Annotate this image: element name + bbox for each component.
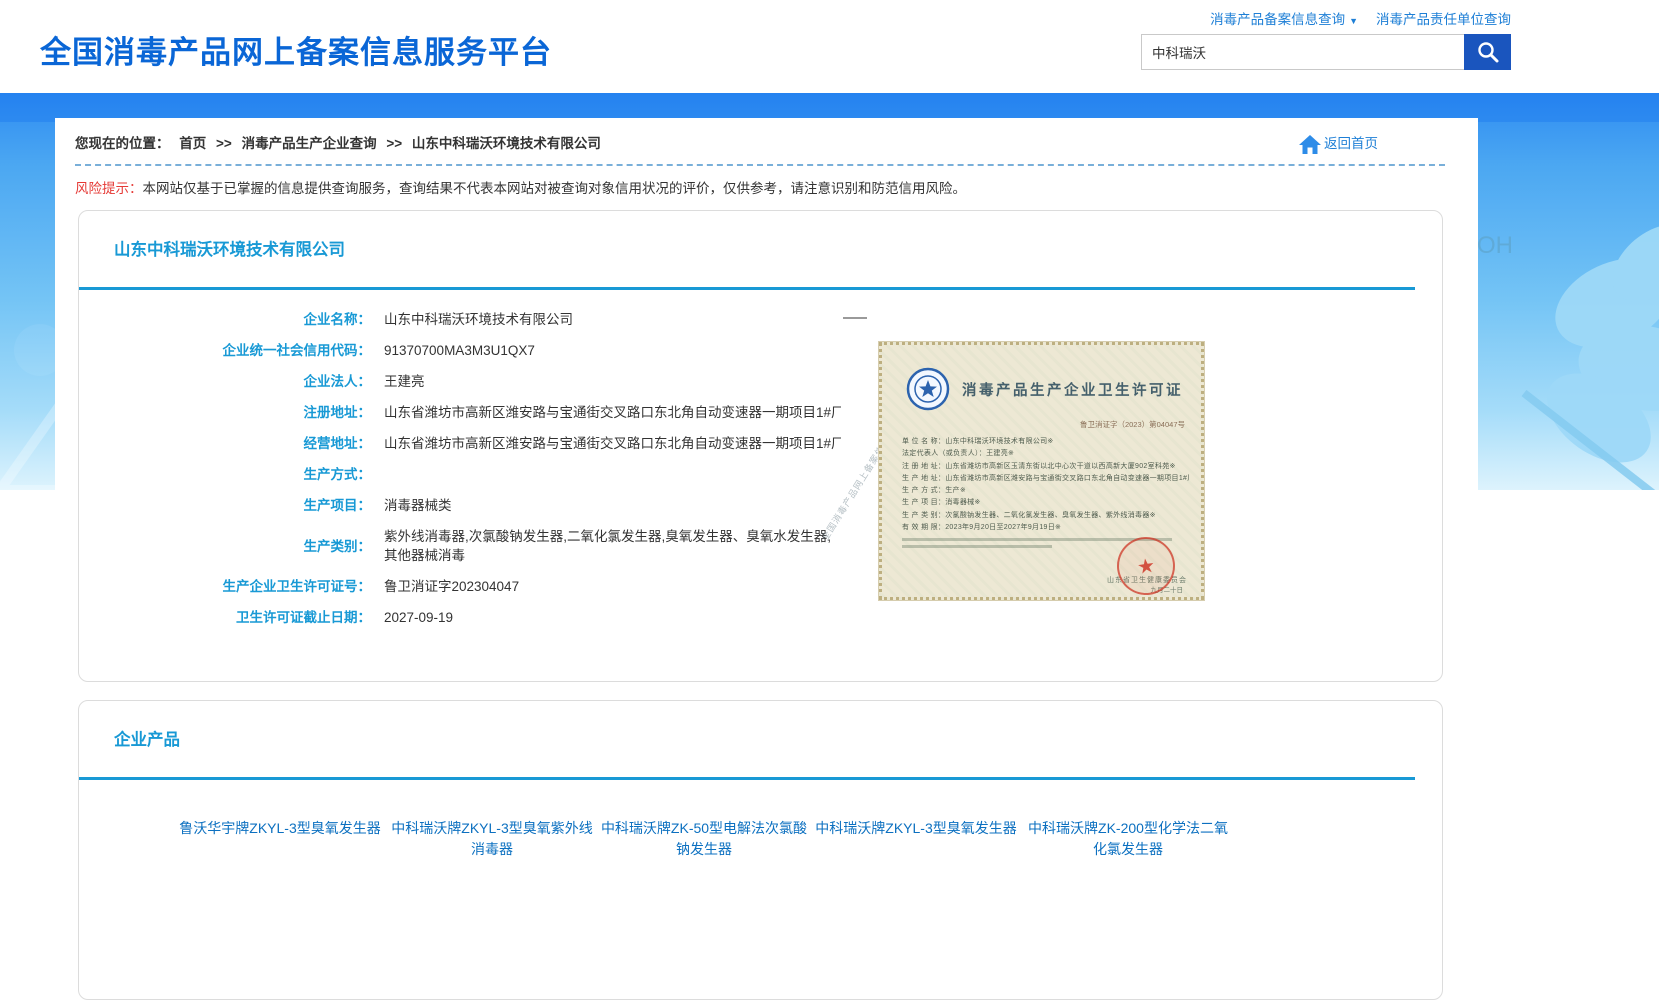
field-row-registered-address: 注册地址： 山东省潍坊市高新区潍安路与宝通街交叉路口东北角自动变速器一期项目1#… [79, 403, 1442, 422]
back-home-link[interactable]: 返回首页 [1299, 134, 1378, 154]
svg-text:OH: OH [1477, 232, 1513, 259]
national-emblem-icon [906, 367, 950, 411]
field-label: 卫生许可证截止日期： [79, 608, 371, 627]
breadcrumb-item-current-company: 山东中科瑞沃环境技术有限公司 [412, 136, 601, 151]
top-nav: 消毒产品备案信息查询 ▼ 消毒产品责任单位查询 [1141, 8, 1511, 28]
certificate-header: 消毒产品生产企业卫生许可证 [882, 345, 1201, 411]
company-info-card: 山东中科瑞沃环境技术有限公司 企业名称： 山东中科瑞沃环境技术有限公司 企业统一… [78, 210, 1443, 682]
section-rule [79, 777, 1415, 780]
site-header: 全国消毒产品网上备案信息服务平台 消毒产品备案信息查询 ▼ 消毒产品责任单位查询 [0, 0, 1659, 93]
company-card-title: 山东中科瑞沃环境技术有限公司 [79, 211, 1442, 261]
breadcrumb-item-enterprise-query[interactable]: 消毒产品生产企业查询 [242, 136, 377, 151]
field-row-credit-code: 企业统一社会信用代码： 91370700MA3M3U1QX7 [79, 341, 1442, 360]
search-input[interactable] [1141, 34, 1464, 70]
section-rule [79, 287, 1415, 290]
field-label: 生产项目： [79, 496, 371, 515]
search-icon [1476, 40, 1500, 64]
certificate-title: 消毒产品生产企业卫生许可证 [962, 379, 1183, 400]
breadcrumb-separator: >> [216, 136, 232, 151]
field-value: 王建亮 [384, 372, 425, 391]
field-row-legal-person: 企业法人： 王建亮 [79, 372, 1442, 391]
back-home-label: 返回首页 [1324, 134, 1378, 154]
company-products-card: 企业产品 鲁沃华宇牌ZKYL-3型臭氧发生器 中科瑞沃牌ZKYL-3型臭氧紫外线… [78, 700, 1443, 1000]
certificate-line: 生 产 地 址：山东省潍坊市高新区潍安路与宝通街交叉路口东北角自动变速器一期项目… [902, 473, 1189, 485]
risk-notice-text: 本网站仅基于已掌握的信息提供查询服务，查询结果不代表本网站对被查询对象信用状况的… [143, 181, 967, 196]
field-value: 紫外线消毒器,次氯酸钠发生器,二氧化氯发生器,臭氧发生器、臭氧水发生器,其他器械… [384, 527, 844, 565]
product-link[interactable]: 中科瑞沃牌ZK-50型电解法次氯酸钠发生器 [598, 818, 810, 860]
certificate-line: 生 产 项 目：消毒器械※ [902, 497, 1189, 509]
certificate-line: 法定代表人（或负责人）：王建亮※ [902, 448, 1189, 460]
certificate-line: 注 册 地 址：山东省潍坊市高新区玉清东街以北中心次干道以西高新大厦902室科苑… [902, 461, 1189, 473]
site-title: 全国消毒产品网上备案信息服务平台 [40, 27, 552, 72]
nav-link-label: 消毒产品责任单位查询 [1376, 12, 1511, 27]
field-row-production-method: 生产方式： [79, 465, 1442, 484]
certificate-line: 单 位 名 称：山东中科瑞沃环境技术有限公司※ [902, 436, 1189, 448]
field-label: 企业名称： [79, 310, 371, 329]
field-value: 91370700MA3M3U1QX7 [384, 341, 535, 360]
certificate-line: 生 产 方 式：生产※ [902, 485, 1189, 497]
certificate-body: 单 位 名 称：山东中科瑞沃环境技术有限公司※ 法定代表人（或负责人）：王建亮※… [882, 430, 1201, 534]
product-list: 鲁沃华宇牌ZKYL-3型臭氧发生器 中科瑞沃牌ZKYL-3型臭氧紫外线消毒器 中… [174, 818, 1442, 860]
dashed-divider [75, 164, 1445, 166]
certificate-number: 鲁卫消证字（2023）第04047号 [882, 419, 1201, 430]
certificate-line: 生 产 类 别：次氯酸钠发生器、二氧化氯发生器、臭氧发生器、紫外线消毒器※ [902, 510, 1189, 522]
field-label: 企业统一社会信用代码： [79, 341, 371, 360]
field-label: 生产企业卫生许可证号： [79, 577, 371, 596]
nav-link-responsible-unit-query[interactable]: 消毒产品责任单位查询 [1376, 8, 1511, 28]
field-value: 2027-09-19 [384, 608, 453, 627]
breadcrumb-separator: >> [386, 136, 402, 151]
nav-link-label: 消毒产品备案信息查询 [1210, 12, 1345, 27]
header-right: 消毒产品备案信息查询 ▼ 消毒产品责任单位查询 [1141, 8, 1511, 70]
field-label: 经营地址： [79, 434, 371, 453]
field-label: 企业法人： [79, 372, 371, 391]
certificate-line: 有 效 期 限：2023年9月20日至2027年9月19日※ [902, 522, 1189, 534]
field-row-production-category: 生产类别： 紫外线消毒器,次氯酸钠发生器,二氧化氯发生器,臭氧发生器、臭氧水发生… [79, 527, 1442, 565]
search-button[interactable] [1464, 34, 1511, 70]
risk-notice: 风险提示：本网站仅基于已掌握的信息提供查询服务，查询结果不代表本网站对被查询对象… [55, 179, 1478, 198]
product-link[interactable]: 中科瑞沃牌ZK-200型化学法二氧化氯发生器 [1022, 818, 1234, 860]
company-fields: 企业名称： 山东中科瑞沃环境技术有限公司 企业统一社会信用代码： 9137070… [79, 310, 1442, 627]
product-link[interactable]: 中科瑞沃牌ZKYL-3型臭氧紫外线消毒器 [386, 818, 598, 860]
field-label: 生产类别： [79, 537, 371, 556]
product-link[interactable]: 中科瑞沃牌ZKYL-3型臭氧发生器 [810, 818, 1022, 860]
product-link[interactable]: 鲁沃华宇牌ZKYL-3型臭氧发生器 [174, 818, 386, 860]
placeholder-dash [843, 317, 867, 319]
home-icon [1299, 135, 1321, 154]
field-row-production-project: 生产项目： 消毒器械类 [79, 496, 1442, 515]
breadcrumb-row: 您现在的位置： 首页 >> 消毒产品生产企业查询 >> 山东中科瑞沃环境技术有限… [55, 118, 1478, 154]
field-row-license-expiry-date: 卫生许可证截止日期： 2027-09-19 [79, 608, 1442, 627]
field-row-business-address: 经营地址： 山东省潍坊市高新区潍安路与宝通街交叉路口东北角自动变速器一期项目1#… [79, 434, 1442, 453]
products-card-title: 企业产品 [79, 701, 1442, 751]
nav-link-record-info-query[interactable]: 消毒产品备案信息查询 ▼ [1210, 8, 1358, 28]
search-bar [1141, 34, 1511, 70]
caret-down-icon: ▼ [1349, 16, 1358, 26]
risk-notice-label: 风险提示： [75, 181, 143, 196]
license-certificate-image: 全国消毒产品网上备案信息服务平台 全国消毒产品网上备案信息服务平台 全国消毒产品… [841, 315, 1221, 610]
field-row-hygiene-license-no: 生产企业卫生许可证号： 鲁卫消证字202304047 [79, 577, 1442, 596]
certificate-paper: 消毒产品生产企业卫生许可证 鲁卫消证字（2023）第04047号 单 位 名 称… [879, 342, 1204, 600]
field-row-company-name: 企业名称： 山东中科瑞沃环境技术有限公司 [79, 310, 1442, 329]
breadcrumb-item-home[interactable]: 首页 [179, 136, 206, 151]
field-value: 山东省潍坊市高新区潍安路与宝通街交叉路口东北角自动变速器一期项目1#厂房 [384, 434, 858, 453]
field-label: 生产方式： [79, 465, 371, 484]
breadcrumb-prefix: 您现在的位置： [75, 136, 170, 151]
breadcrumb: 您现在的位置： 首页 >> 消毒产品生产企业查询 >> 山东中科瑞沃环境技术有限… [75, 134, 607, 154]
field-value: 鲁卫消证字202304047 [384, 577, 519, 596]
field-value: 山东省潍坊市高新区潍安路与宝通街交叉路口东北角自动变速器一期项目1#厂房 [384, 403, 858, 422]
field-label: 注册地址： [79, 403, 371, 422]
field-value: 山东中科瑞沃环境技术有限公司 [384, 310, 573, 329]
field-value: 消毒器械类 [384, 496, 452, 515]
main-content-panel: 您现在的位置： 首页 >> 消毒产品生产企业查询 >> 山东中科瑞沃环境技术有限… [55, 118, 1478, 919]
seal-star: ★ [1135, 552, 1156, 579]
